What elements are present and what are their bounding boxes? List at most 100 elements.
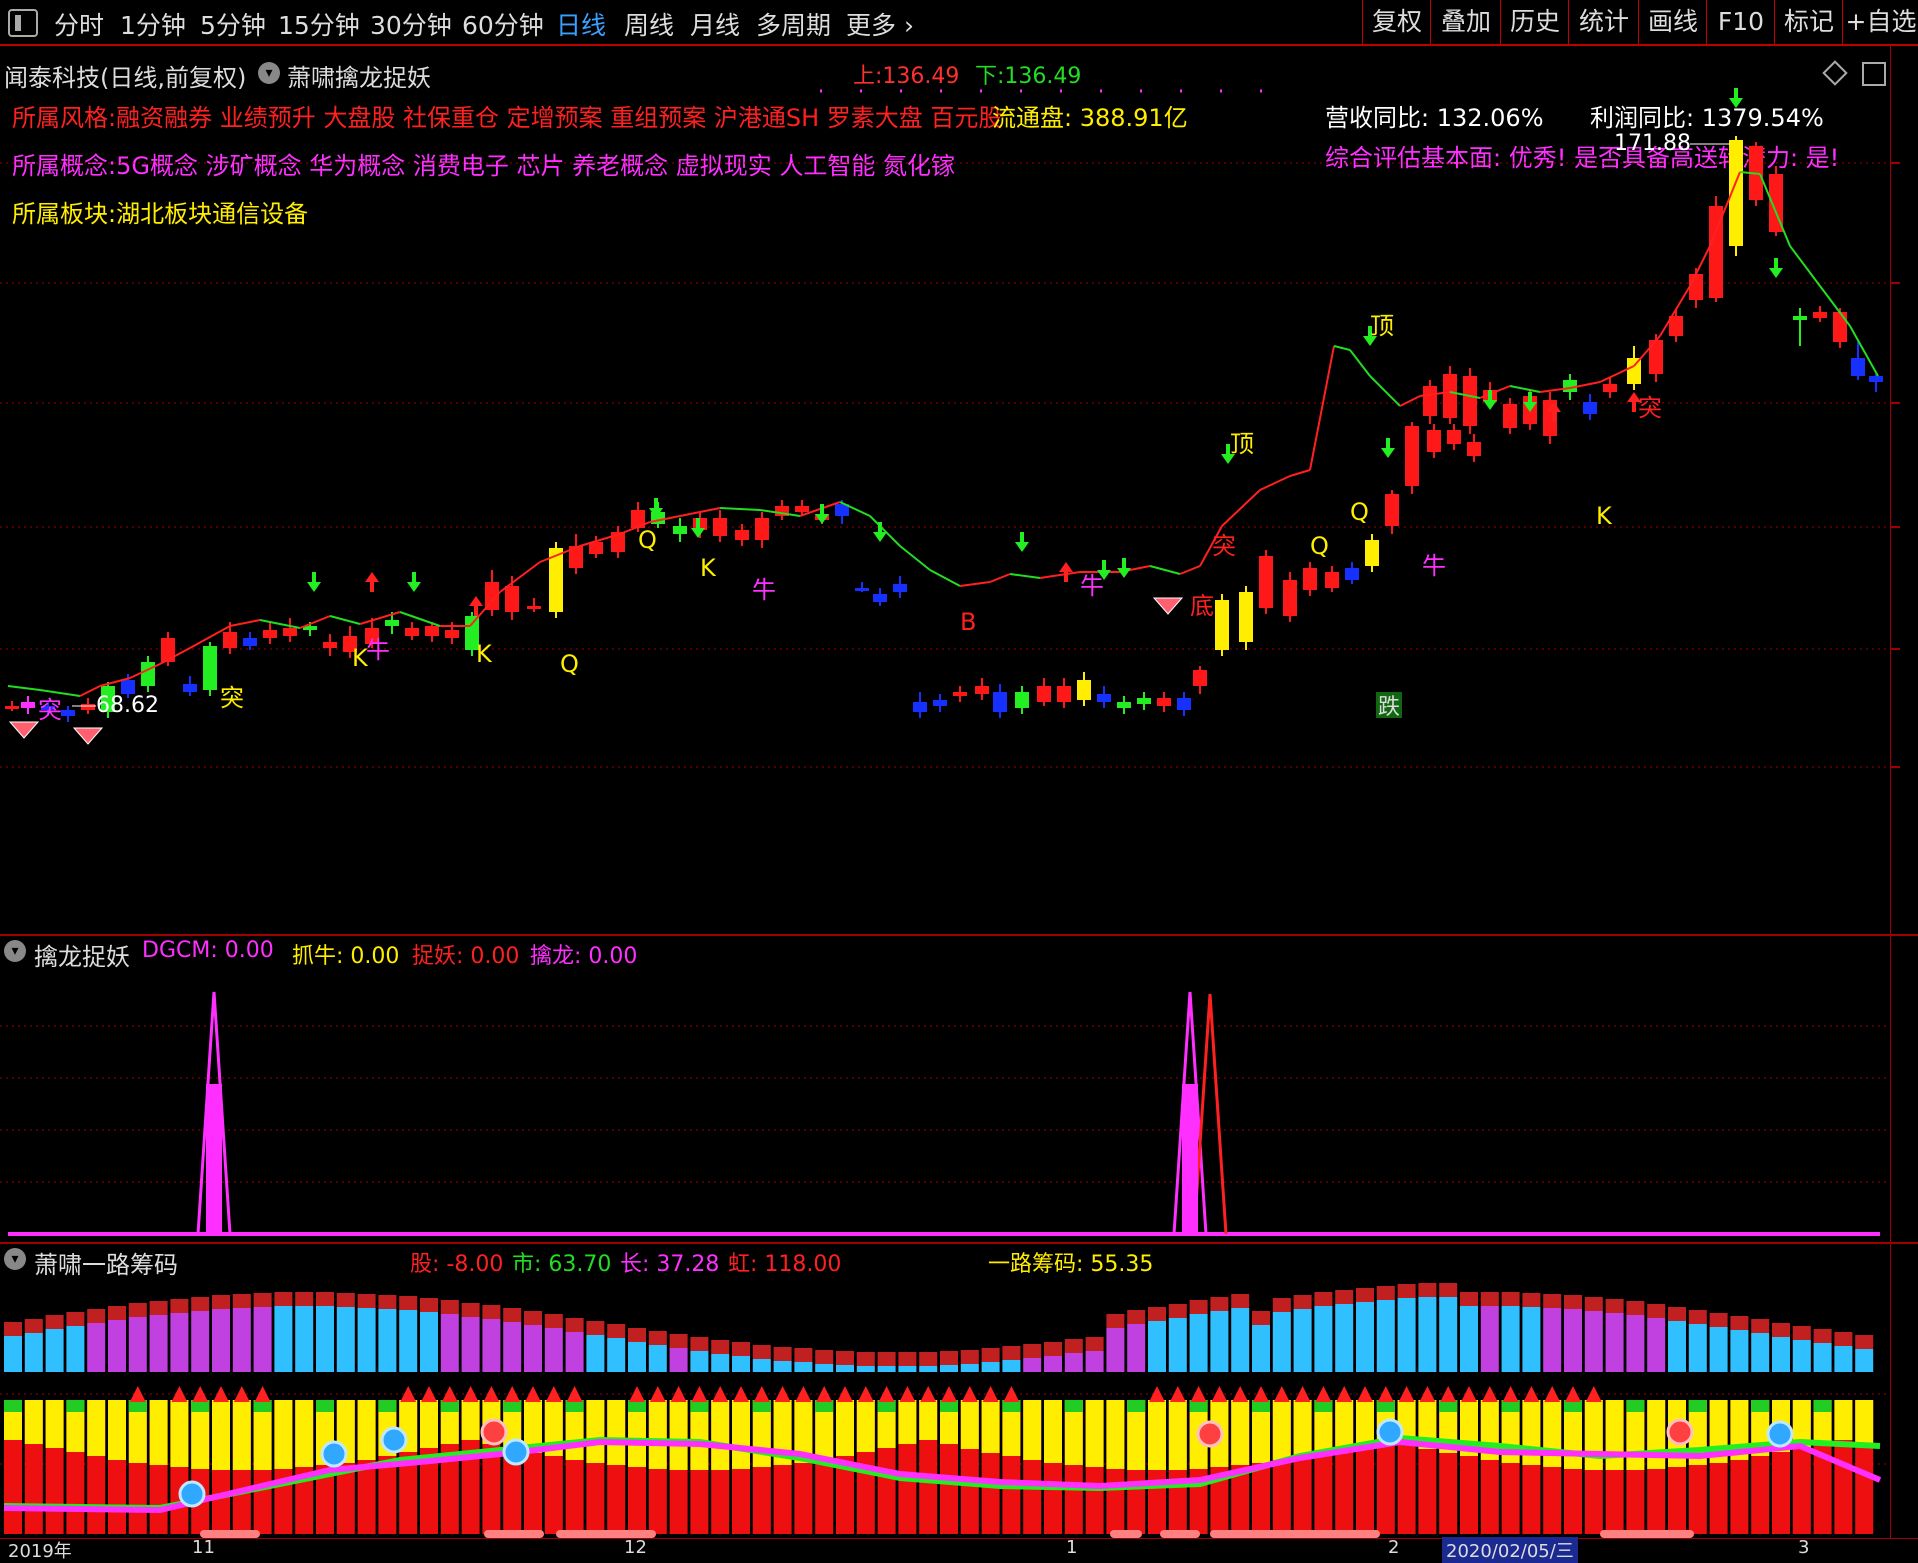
x-axis: 2019年 11 12 1 2 2020/02/05/三 3	[0, 1537, 1918, 1563]
sub2-dropdown-icon[interactable]: ▾	[4, 1248, 26, 1270]
red-triangle-icon	[1149, 1386, 1165, 1402]
period-tab-2[interactable]: 5分钟	[200, 6, 266, 42]
chip-bar-cap	[1626, 1301, 1645, 1315]
stack-bar-yellow	[1855, 1400, 1874, 1444]
ma-line-segment	[229, 619, 261, 627]
chip-bar-cap	[1127, 1310, 1146, 1324]
period-tab-0[interactable]: 分时	[54, 6, 104, 42]
chip-bar-cap	[399, 1296, 418, 1310]
candle-body	[1443, 374, 1457, 418]
chip-bar-cap	[773, 1347, 792, 1361]
candle-body	[1345, 568, 1359, 580]
toolbar-button-2[interactable]: 历史	[1500, 0, 1569, 44]
down-arrow-icon	[873, 522, 887, 542]
candle-body	[873, 594, 887, 602]
stack-bar-yellow	[1168, 1400, 1187, 1470]
ma-line-segment	[959, 581, 991, 587]
stack-bar-yellow	[1023, 1400, 1042, 1460]
candle-body	[1193, 670, 1207, 686]
high-price-label: 171.88	[1614, 131, 1691, 156]
toolbar-button-4[interactable]: 画线	[1638, 0, 1707, 44]
period-tab-3[interactable]: 15分钟	[278, 6, 360, 42]
panel-divider	[0, 1242, 1918, 1244]
chip-bar-cap	[752, 1345, 771, 1359]
stack-bar-yellow	[1293, 1400, 1312, 1456]
candle-body	[121, 680, 135, 694]
candle-body	[735, 530, 749, 540]
candle-body	[1015, 692, 1029, 708]
toolbar-button-1[interactable]: 叠加	[1430, 0, 1501, 44]
ma-line-segment	[929, 569, 961, 587]
red-triangle-icon	[837, 1386, 853, 1402]
red-triangle-icon	[1232, 1386, 1249, 1402]
candle-body	[1627, 358, 1641, 384]
signal-label: 突	[38, 696, 62, 724]
chip-bar	[524, 1325, 542, 1372]
red-triangle-icon	[1003, 1386, 1020, 1402]
chip-bar	[1480, 1306, 1499, 1372]
stack-bar-yellow	[1044, 1400, 1062, 1463]
stack-bar-yellow	[711, 1400, 730, 1470]
x-axis-label: 2	[1388, 1537, 1400, 1558]
stack-bar-yellow	[960, 1400, 979, 1449]
chip-bar	[648, 1345, 667, 1372]
period-tab-1[interactable]: 1分钟	[120, 6, 186, 42]
sidebar-toggle-icon[interactable]	[8, 9, 38, 37]
period-tab-10[interactable]: 更多 ›	[846, 6, 914, 42]
chip-bar	[1356, 1302, 1374, 1372]
candle-body	[243, 638, 257, 646]
chip-bar	[752, 1359, 771, 1372]
chip-bar-cap	[108, 1306, 126, 1320]
chip-bar	[4, 1336, 22, 1372]
fall-label: 跌	[1378, 695, 1400, 720]
red-triangle-icon	[1315, 1386, 1332, 1402]
stack-bar-yellow	[919, 1400, 938, 1440]
chip-bar	[253, 1307, 272, 1372]
period-tab-4[interactable]: 30分钟	[370, 6, 452, 42]
chip-bar-cap	[1210, 1297, 1229, 1311]
chip-bar-cap	[1168, 1304, 1187, 1318]
chip-bar	[919, 1366, 938, 1372]
stack-bar-green	[316, 1400, 334, 1412]
signal-label: K	[700, 554, 717, 582]
down-arrow-icon	[1117, 558, 1131, 578]
candle-body	[1503, 404, 1517, 428]
candle-body	[1583, 402, 1597, 414]
chip-bar	[1626, 1315, 1645, 1372]
chip-bar	[191, 1311, 210, 1372]
down-arrow-icon	[307, 572, 321, 592]
candle-body	[1463, 376, 1477, 426]
period-tab-6[interactable]: 日线	[556, 6, 606, 42]
toolbar-button-6[interactable]: 标记	[1774, 0, 1843, 44]
period-tab-5[interactable]: 60分钟	[462, 6, 544, 42]
chip-bar-cap	[4, 1322, 22, 1336]
chip-bar-cap	[232, 1294, 251, 1308]
diamond-signal-icon	[1152, 597, 1184, 615]
toolbar-button-3[interactable]: 统计	[1568, 0, 1639, 44]
red-triangle-icon	[1461, 1386, 1477, 1402]
chip-bar-cap	[1231, 1294, 1250, 1308]
sub2-chip-chart[interactable]	[0, 1274, 1918, 1538]
toolbar-button-0[interactable]: 复权	[1362, 0, 1431, 44]
candle-body	[953, 692, 967, 696]
candle-body	[1365, 540, 1379, 566]
period-tab-8[interactable]: 月线	[690, 6, 740, 42]
ma-line-segment	[1349, 349, 1371, 377]
period-tab-7[interactable]: 周线	[624, 6, 674, 42]
period-tab-9[interactable]: 多周期	[756, 6, 831, 42]
signal-label: 顶	[1370, 312, 1394, 340]
ma-line-segment	[1369, 375, 1401, 407]
down-arrow-icon	[1729, 88, 1743, 108]
candle-body	[1405, 426, 1419, 476]
sub1-dropdown-icon[interactable]: ▾	[4, 940, 26, 962]
chip-bar-cap	[1688, 1310, 1707, 1324]
stack-bar-yellow	[461, 1400, 480, 1440]
chip-bar	[1335, 1304, 1354, 1372]
candlestick-chart[interactable]: 顶顶QQQQK KKK牛牛 牛牛突突突突底B跌171.8868.62	[0, 46, 1918, 936]
sub1-indicator-chart[interactable]	[0, 966, 1918, 1238]
toolbar-button-7[interactable]: +自选	[1842, 0, 1918, 44]
chip-bar	[87, 1323, 106, 1372]
ma-line-segment	[869, 515, 901, 547]
chip-bar	[66, 1326, 85, 1372]
toolbar-button-5[interactable]: F10	[1706, 0, 1775, 44]
